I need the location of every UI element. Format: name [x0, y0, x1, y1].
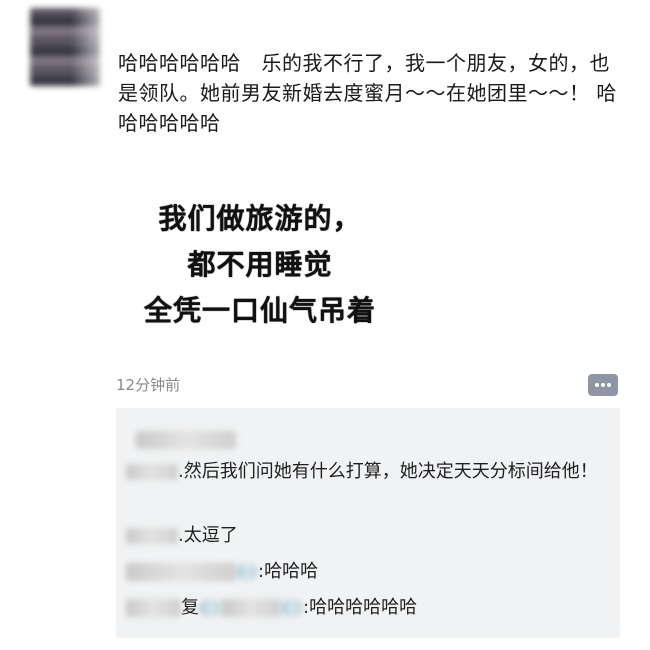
- comment-1[interactable]: .然后我们问她有什么打算，她决定天天分标间给他！: [126, 458, 616, 486]
- commenter-name[interactable]: [126, 464, 178, 480]
- image-text-line-1: 我们做旅游的，: [158, 202, 362, 235]
- comment-text: 太逗了: [183, 525, 238, 546]
- comment-text: 哈哈哈哈哈哈: [309, 597, 418, 618]
- reply-target-name[interactable]: [221, 599, 281, 617]
- image-text-line-2: 都不用睡觉: [187, 248, 333, 281]
- commenter-name[interactable]: [126, 563, 236, 581]
- comment-icon[interactable]: [588, 374, 618, 396]
- image-text-line-3: 全凭一口仙气吊着: [143, 294, 376, 327]
- likes-row: [136, 426, 236, 454]
- comments-section: .然后我们问她有什么打算，她决定天天分标间给他！ .太逗了 :哈哈哈 复:哈哈哈…: [116, 408, 620, 638]
- commenter-name[interactable]: [126, 599, 181, 617]
- avatar[interactable]: [30, 8, 100, 86]
- commenter-name[interactable]: [126, 528, 178, 544]
- comment-3[interactable]: :哈哈哈: [126, 558, 318, 586]
- timestamp: 12分钟前: [116, 376, 181, 394]
- blurred-names: [136, 431, 236, 449]
- post-text: 哈哈哈哈哈哈 乐的我不行了，我一个朋友，女的，也是领队。她前男友新婚去度蜜月～～…: [118, 51, 617, 135]
- comment-2[interactable]: .太逗了: [126, 522, 238, 550]
- emoji-icon: [281, 599, 303, 617]
- post-image[interactable]: 我们做旅游的， 都不用睡觉 全凭一口仙气吊着: [130, 196, 390, 334]
- comment-text: 哈哈哈: [264, 561, 319, 582]
- comment-4[interactable]: 复:哈哈哈哈哈哈: [126, 594, 417, 622]
- comment-text: 然后我们问她有什么打算，她决定天天分标间给他！: [183, 461, 598, 482]
- emoji-icon: [236, 563, 258, 581]
- reply-word: 复: [181, 597, 199, 618]
- emoji-icon: [199, 599, 221, 617]
